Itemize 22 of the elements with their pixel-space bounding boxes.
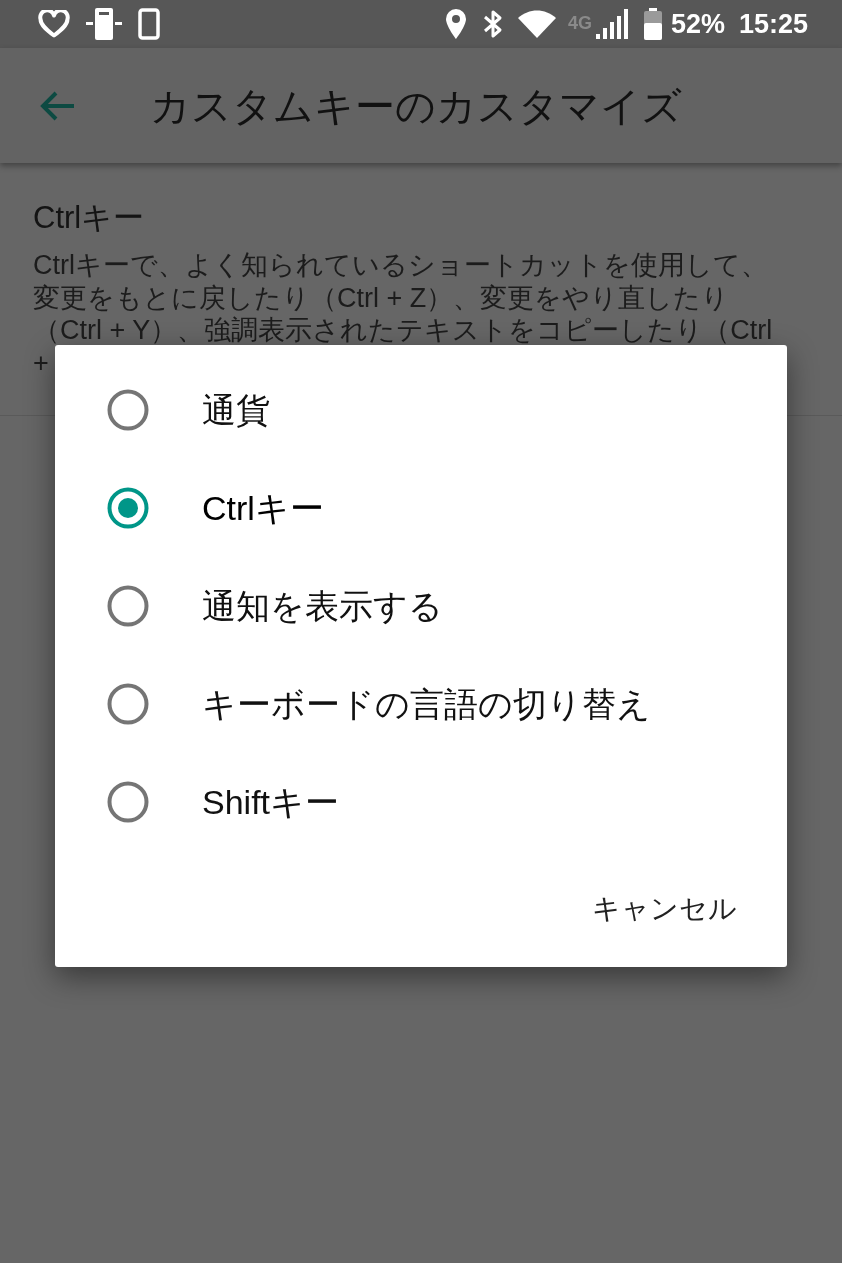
radio-icon[interactable] — [107, 781, 149, 823]
clock-time: 15:25 — [738, 9, 808, 39]
radio-icon[interactable] — [107, 389, 149, 431]
battery-percent: 52% — [670, 9, 725, 39]
radio-icon[interactable] — [107, 683, 149, 725]
phone-icon — [138, 8, 160, 40]
option-item[interactable]: Shiftキー — [55, 753, 787, 851]
screen-title: カスタムキーのカスタマイズ — [150, 82, 682, 130]
option-item[interactable]: キーボードの言語の切り替え — [55, 655, 787, 753]
location-pin-icon — [445, 9, 466, 39]
radio-icon[interactable] — [107, 585, 149, 627]
radio-icon[interactable] — [107, 487, 149, 529]
cancel-button[interactable]: キャンセル — [576, 873, 753, 945]
wifi-icon — [517, 10, 556, 38]
heart-icon — [38, 10, 70, 38]
signal-bars-icon — [595, 9, 628, 39]
option-item[interactable]: Ctrlキー — [55, 459, 787, 557]
bluetooth-icon — [482, 9, 503, 39]
battery-icon — [643, 8, 662, 40]
device-icon — [86, 8, 122, 40]
option-item[interactable]: 通知を表示する — [55, 557, 787, 655]
preference-title: Ctrlキー — [33, 199, 146, 237]
